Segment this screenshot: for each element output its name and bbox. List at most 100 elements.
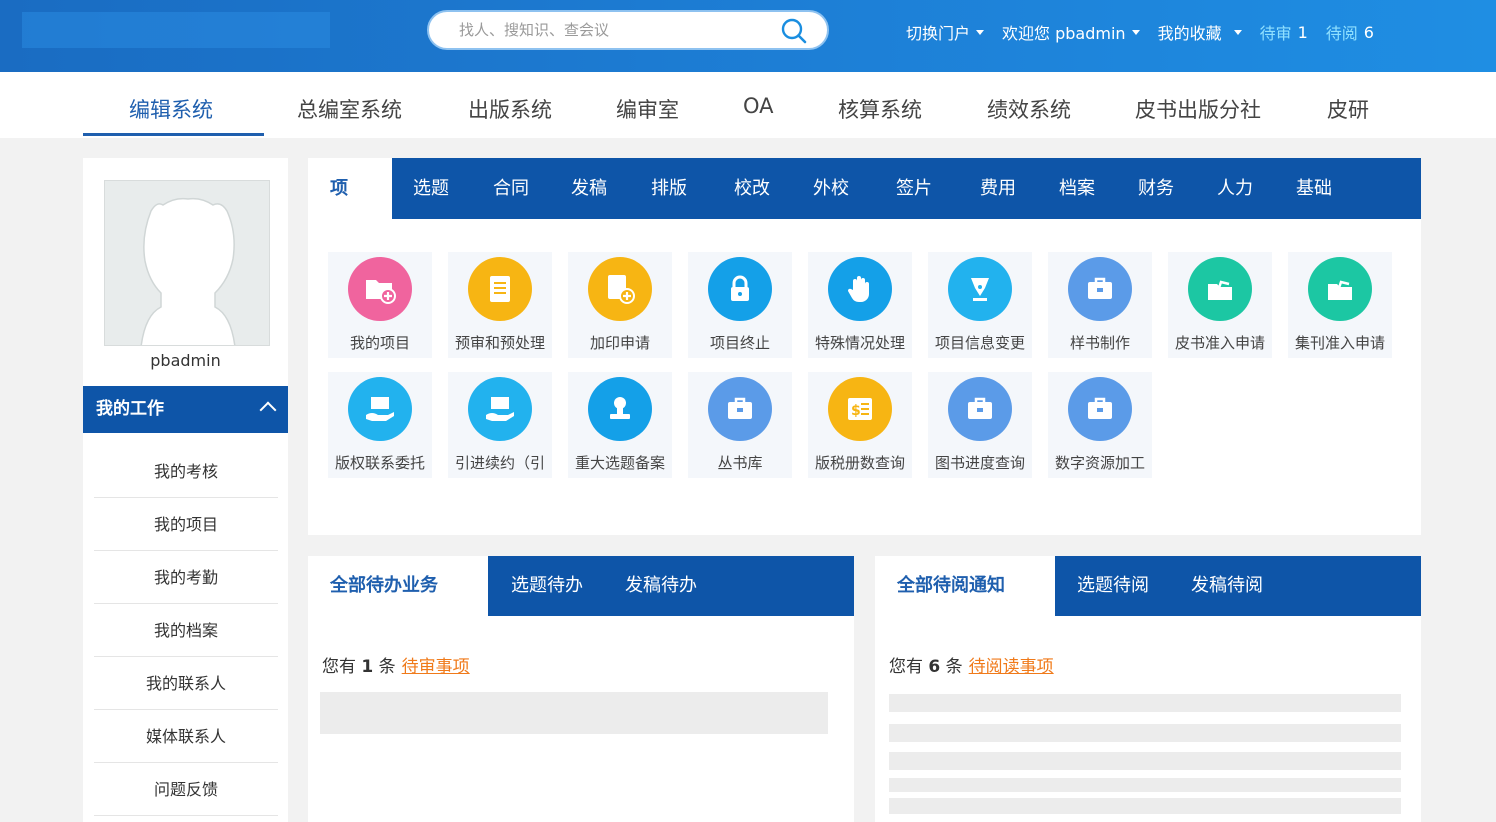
tab-finance[interactable]: 财务	[1138, 158, 1174, 219]
todo-list-placeholder	[320, 692, 828, 734]
read-list-row	[889, 778, 1401, 792]
tab-performance-system[interactable]: 绩效系统	[987, 94, 1071, 124]
tile-series-library[interactable]: 丛书库	[688, 372, 792, 478]
pending-read-count: 6	[1363, 22, 1374, 42]
tile-label: 数字资源加工	[1054, 454, 1145, 472]
folder-add-icon	[348, 257, 412, 321]
tile-copyright-contact[interactable]: 版权联系委托	[328, 372, 432, 478]
tile-special-cases[interactable]: 特殊情况处理	[808, 252, 912, 358]
tab-external-proof[interactable]: 外校	[813, 158, 849, 219]
tile-label: 我的项目	[349, 334, 410, 352]
tab-typesetting[interactable]: 排版	[651, 158, 687, 219]
todo-count: 1	[361, 657, 374, 677]
read-list-row	[889, 694, 1401, 712]
lock-icon	[708, 257, 772, 321]
tile-label: 加印申请	[589, 334, 650, 352]
tile-reprint-request[interactable]: 加印申请	[568, 252, 672, 358]
tab-base[interactable]: 基础	[1296, 158, 1332, 219]
tab-pishu-branch[interactable]: 皮书出版分社	[1135, 94, 1261, 124]
favorites-menu[interactable]: 我的收藏	[1158, 20, 1242, 44]
search-box[interactable]	[427, 10, 829, 50]
sidebar-item-my-projects[interactable]: 我的项目	[94, 498, 278, 551]
sidebar-item-my-contacts[interactable]: 我的联系人	[94, 657, 278, 710]
avatar-silhouette-icon	[140, 197, 236, 345]
chevron-up-icon[interactable]	[259, 401, 277, 419]
tile-journal-access[interactable]: 集刊准入申请	[1288, 252, 1392, 358]
todo-panel: 全部待办业务 选题待办 发稿待办 您有 1 条待审事项	[308, 556, 854, 822]
tab-manuscript[interactable]: 发稿	[571, 158, 607, 219]
tile-label: 重大选题备案	[574, 454, 665, 472]
read-count: 6	[928, 657, 941, 677]
my-work-header[interactable]: 我的工作	[83, 386, 288, 433]
read-notice: 您有 6 条待阅读事项	[889, 652, 1054, 677]
tab-oa[interactable]: OA	[743, 94, 774, 118]
tab-chief-editor-system[interactable]: 总编室系统	[297, 94, 402, 124]
module-tabs: 项 选题 合同 发稿 排版 校改 外校 签片 费用 档案 财务 人力 基础	[308, 158, 1421, 219]
receipt-icon: $	[828, 377, 892, 441]
read-list-row	[889, 724, 1401, 742]
caret-down-icon	[976, 29, 985, 35]
tab-expenses[interactable]: 费用	[980, 158, 1016, 219]
caret-down-icon	[1233, 29, 1242, 35]
top-links: 切换门户 欢迎您 pbadmin 我的收藏 待审 1 待阅 6	[906, 20, 1392, 44]
sidebar-item-feedback[interactable]: 问题反馈	[94, 763, 278, 816]
tile-info-change[interactable]: 项目信息变更	[928, 252, 1032, 358]
tab-accounting-system[interactable]: 核算系统	[838, 94, 922, 124]
read-panel: 全部待阅通知 选题待阅 发稿待阅 您有 6 条待阅读事项	[875, 556, 1421, 822]
briefcase-icon	[1068, 377, 1132, 441]
notice-prefix: 您有	[322, 657, 356, 677]
avatar	[104, 180, 270, 346]
tile-pishu-access[interactable]: 皮书准入申请	[1168, 252, 1272, 358]
tab-piyan[interactable]: 皮研	[1327, 94, 1369, 124]
tab-editing-system[interactable]: 编辑系统	[129, 94, 213, 124]
tab-correction[interactable]: 校改	[734, 158, 770, 219]
tile-progress-query[interactable]: 图书进度查询	[928, 372, 1032, 478]
sidebar-item-my-archive[interactable]: 我的档案	[94, 604, 278, 657]
tab-review-office[interactable]: 编审室	[616, 94, 679, 124]
tab-topic[interactable]: 选题	[413, 158, 449, 219]
tile-import-renewal[interactable]: 引进续约（引	[448, 372, 552, 478]
pending-read-link[interactable]: 待阅 6	[1326, 20, 1374, 44]
tile-royalty-query[interactable]: $ 版税册数查询	[808, 372, 912, 478]
tab-hr[interactable]: 人力	[1217, 158, 1253, 219]
search-input[interactable]	[429, 21, 759, 39]
tab-manuscript-read[interactable]: 发稿待阅	[1191, 556, 1263, 616]
tile-label: 项目信息变更	[934, 334, 1025, 352]
tab-project[interactable]: 项	[308, 158, 392, 219]
top-header: 切换门户 欢迎您 pbadmin 我的收藏 待审 1 待阅 6	[0, 0, 1496, 72]
svg-text:$: $	[851, 403, 861, 419]
switch-portal-menu[interactable]: 切换门户	[906, 20, 985, 44]
system-nav: 编辑系统 总编室系统 出版系统 编审室 OA 核算系统 绩效系统 皮书出版分社 …	[0, 72, 1496, 138]
tile-major-topic-filing[interactable]: 重大选题备案	[568, 372, 672, 478]
tab-topic-read[interactable]: 选题待阅	[1077, 556, 1149, 616]
pending-review-link[interactable]: 待审 1	[1260, 20, 1308, 44]
pending-read-items-link[interactable]: 待阅读事项	[969, 657, 1054, 677]
search-icon[interactable]	[781, 18, 807, 44]
tile-sample-book[interactable]: 样书制作	[1048, 252, 1152, 358]
tile-label: 样书制作	[1069, 334, 1130, 352]
sidebar-item-my-assessment[interactable]: 我的考核	[94, 445, 278, 498]
logo-area	[22, 12, 330, 48]
pending-review-count: 1	[1297, 22, 1308, 42]
sidebar-item-media-contacts[interactable]: 媒体联系人	[94, 710, 278, 763]
tab-archive[interactable]: 档案	[1059, 158, 1095, 219]
user-menu[interactable]: 欢迎您 pbadmin	[1002, 20, 1140, 44]
tile-project-termination[interactable]: 项目终止	[688, 252, 792, 358]
tile-my-projects[interactable]: 我的项目	[328, 252, 432, 358]
tab-topic-todo[interactable]: 选题待办	[511, 556, 583, 616]
tab-film-signoff[interactable]: 签片	[896, 158, 932, 219]
tile-label: 丛书库	[717, 454, 763, 472]
left-sidebar: pbadmin 我的工作 我的考核 我的项目 我的考勤 我的档案 我的联系人 媒…	[83, 158, 288, 822]
sidebar-item-my-attendance[interactable]: 我的考勤	[94, 551, 278, 604]
tab-contract[interactable]: 合同	[493, 158, 529, 219]
hand-shop-icon	[468, 377, 532, 441]
tab-manuscript-todo[interactable]: 发稿待办	[625, 556, 697, 616]
pending-review-items-link[interactable]: 待审事项	[402, 657, 470, 677]
tab-publishing-system[interactable]: 出版系统	[468, 94, 552, 124]
hand-icon	[828, 257, 892, 321]
tile-digital-processing[interactable]: 数字资源加工	[1048, 372, 1152, 478]
tile-label: 皮书准入申请	[1174, 334, 1265, 352]
tile-prereview[interactable]: 预审和预处理	[448, 252, 552, 358]
tab-all-read[interactable]: 全部待阅通知	[875, 556, 1055, 616]
tab-all-todo[interactable]: 全部待办业务	[308, 556, 488, 616]
